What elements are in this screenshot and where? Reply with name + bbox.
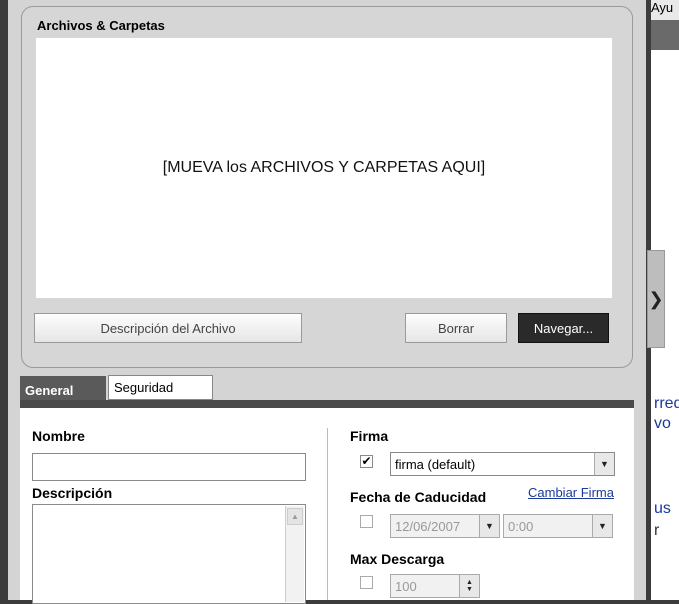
- descripcion-label: Descripción: [32, 485, 113, 501]
- drop-zone-text: [MUEVA los ARCHIVOS Y CARPETAS AQUI]: [162, 159, 486, 176]
- descripcion-textarea[interactable]: ▲: [32, 504, 306, 604]
- fecha-date-select[interactable]: 12/06/2007 ▼: [390, 514, 500, 538]
- files-folders-group: Archivos & Carpetas [MUEVA los ARCHIVOS …: [21, 6, 633, 368]
- descripcion-scrollbar[interactable]: ▲: [285, 506, 304, 602]
- fecha-time-value: 0:00: [508, 518, 534, 534]
- max-descarga-label: Max Descarga: [350, 551, 445, 567]
- column-divider: [327, 428, 328, 600]
- fecha-caducidad-label: Fecha de Caducidad: [350, 489, 487, 505]
- browse-button[interactable]: Navegar...: [518, 313, 609, 343]
- side-fragment-2: vo: [654, 415, 671, 432]
- fecha-checkbox[interactable]: [360, 515, 373, 528]
- fecha-date-value: 12/06/2007: [395, 518, 461, 534]
- delete-button[interactable]: Borrar: [405, 313, 507, 343]
- tab-seguridad[interactable]: Seguridad: [108, 375, 213, 400]
- triangle-down-icon[interactable]: ▼: [479, 515, 499, 537]
- file-description-button[interactable]: Descripción del Archivo: [34, 313, 302, 343]
- firma-label: Firma: [350, 428, 389, 444]
- nombre-label: Nombre: [32, 428, 85, 444]
- side-fragment-3: us: [654, 500, 671, 517]
- firma-select-value: firma (default): [395, 456, 476, 472]
- side-fragment-1: rred: [654, 395, 679, 412]
- cambiar-firma-link[interactable]: Cambiar Firma: [528, 485, 614, 500]
- triangle-down-icon[interactable]: ▼: [594, 453, 614, 475]
- main-panel: Archivos & Carpetas [MUEVA los ARCHIVOS …: [8, 0, 646, 604]
- check-mark-icon: ✔: [361, 454, 372, 468]
- scroll-up-icon[interactable]: ▲: [287, 508, 303, 525]
- chevron-right-icon: ❯: [648, 288, 664, 309]
- firma-select[interactable]: firma (default) ▼: [390, 452, 615, 476]
- triangle-down-icon[interactable]: ▼: [592, 515, 612, 537]
- fecha-time-select[interactable]: 0:00 ▼: [503, 514, 613, 538]
- max-descarga-stepper[interactable]: 100 ▲ ▼: [390, 574, 480, 598]
- stepper-arrows-icon[interactable]: ▲ ▼: [459, 575, 479, 597]
- side-fragment-4: r: [654, 522, 660, 539]
- tab-strip: [20, 400, 634, 408]
- right-panel-header: Ayu: [651, 0, 679, 20]
- right-panel-separator: [651, 20, 679, 50]
- general-form: Nombre Descripción ▲ Firma ✔ firma (defa…: [20, 408, 634, 604]
- max-descarga-value: 100: [395, 578, 417, 594]
- drop-zone[interactable]: [MUEVA los ARCHIVOS Y CARPETAS AQUI]: [36, 38, 612, 298]
- files-group-title: Archivos & Carpetas: [37, 18, 165, 33]
- max-descarga-checkbox[interactable]: [360, 576, 373, 589]
- firma-checkbox[interactable]: ✔: [360, 455, 373, 468]
- collapse-panel-button[interactable]: ❯: [647, 250, 665, 348]
- nombre-input[interactable]: [32, 453, 306, 481]
